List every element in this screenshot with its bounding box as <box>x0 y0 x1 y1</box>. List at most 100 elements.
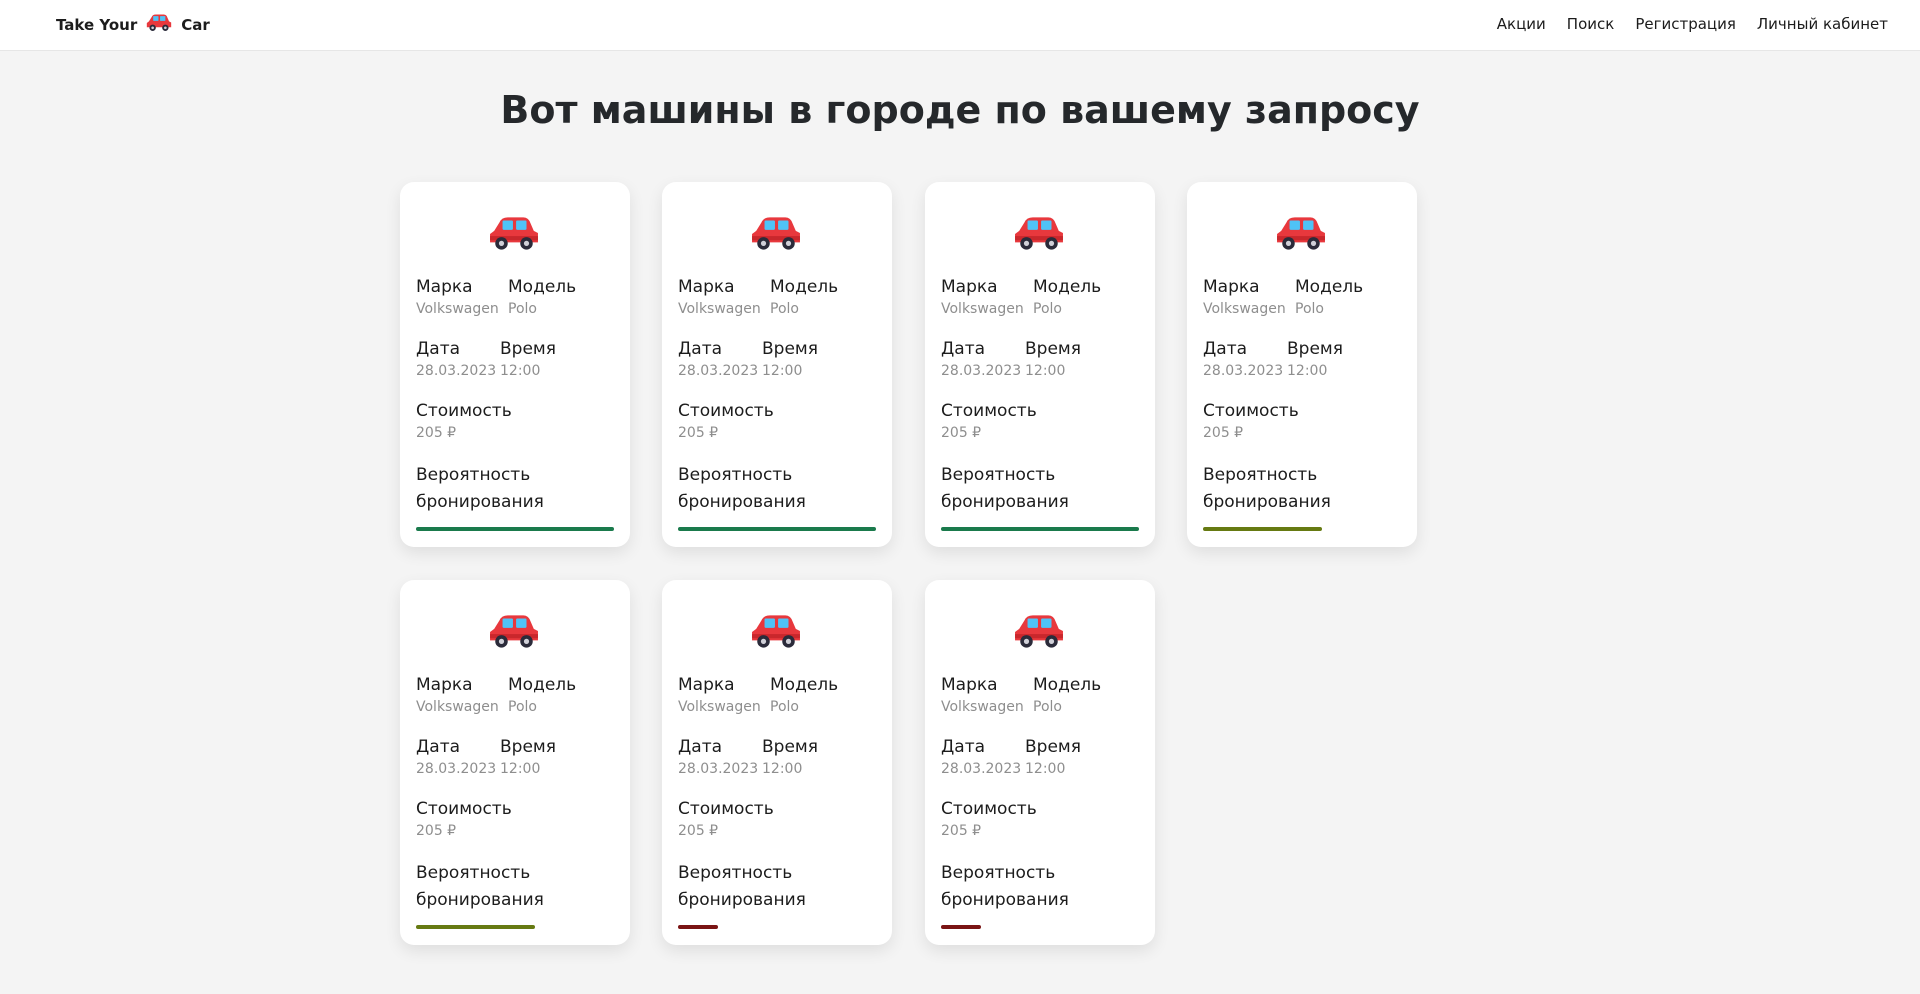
car-card[interactable]: Марка Volkswagen Модель Polo Дата 28.03.2023 В… <box>662 580 892 945</box>
time-label: Время <box>1025 737 1081 757</box>
model-value: Polo <box>508 301 537 317</box>
probability-block: Вероятность бронирования <box>941 860 1141 914</box>
probability-bar-fill <box>416 527 614 531</box>
price-label: Стоимость <box>941 401 1037 421</box>
probability-label: Вероятность бронирования <box>416 863 544 910</box>
brand-label: Марка <box>416 675 473 695</box>
date-label: Дата <box>678 737 723 757</box>
date-label: Дата <box>941 737 986 757</box>
brand-value: Volkswagen <box>678 301 761 317</box>
probability-label: Вероятность бронирования <box>941 465 1069 512</box>
brand-label: Марка <box>678 277 735 297</box>
nav-link-registration[interactable]: Регистрация <box>1635 15 1736 33</box>
price-label: Стоимость <box>941 799 1037 819</box>
brand-label: Марка <box>1203 277 1260 297</box>
model-label: Модель <box>1033 675 1102 695</box>
brand-logo-link[interactable]: Take Your Car <box>56 14 210 36</box>
time-label: Время <box>1025 339 1081 359</box>
car-icon <box>489 216 539 256</box>
time-label: Время <box>1287 339 1343 359</box>
probability-label: Вероятность бронирования <box>678 465 806 512</box>
date-value: 28.03.2023 <box>416 761 497 777</box>
probability-bar <box>416 925 614 929</box>
model-value: Polo <box>508 699 537 715</box>
brand-value: Volkswagen <box>1203 301 1286 317</box>
probability-bar <box>941 925 1139 929</box>
date-value: 28.03.2023 <box>416 363 497 379</box>
car-icon <box>146 14 172 36</box>
nav-link-search[interactable]: Поиск <box>1567 15 1615 33</box>
probability-bar <box>416 527 614 531</box>
date-value: 28.03.2023 <box>1203 363 1284 379</box>
date-value: 28.03.2023 <box>941 363 1022 379</box>
time-value: 12:00 <box>500 363 541 379</box>
price-value: 205 ₽ <box>678 823 719 839</box>
date-time-row: Дата 28.03.2023 Время 12:00 <box>1203 338 1343 382</box>
date-value: 28.03.2023 <box>941 761 1022 777</box>
car-card[interactable]: Марка Volkswagen Модель Polo Дата 28.03.2023 В… <box>1187 182 1417 547</box>
model-label: Модель <box>770 277 839 297</box>
date-value: 28.03.2023 <box>678 363 759 379</box>
date-time-row: Дата 28.03.2023 Время 12:00 <box>416 338 556 382</box>
time-value: 12:00 <box>762 761 803 777</box>
time-label: Время <box>762 339 818 359</box>
probability-bar <box>678 527 876 531</box>
probability-block: Вероятность бронирования <box>941 462 1141 516</box>
model-label: Модель <box>770 675 839 695</box>
car-card[interactable]: Марка Volkswagen Модель Polo Дата 28.03.2023 В… <box>925 580 1155 945</box>
date-time-row: Дата 28.03.2023 Время 12:00 <box>678 736 818 780</box>
car-card[interactable]: Марка Volkswagen Модель Polo Дата 28.03.2023 В… <box>400 182 630 547</box>
brand-value: Volkswagen <box>416 699 499 715</box>
nav-link-account[interactable]: Личный кабинет <box>1757 15 1888 33</box>
date-time-row: Дата 28.03.2023 Время 12:00 <box>941 736 1081 780</box>
time-value: 12:00 <box>1025 363 1066 379</box>
brand-model-row: Марка Volkswagen Модель Polo <box>416 276 576 320</box>
date-value: 28.03.2023 <box>678 761 759 777</box>
brand-label: Марка <box>941 277 998 297</box>
brand-model-row: Марка Volkswagen Модель Polo <box>941 276 1101 320</box>
brand-model-row: Марка Volkswagen Модель Polo <box>416 674 576 718</box>
date-time-row: Дата 28.03.2023 Время 12:00 <box>678 338 818 382</box>
price-block: Стоимость 205 ₽ <box>678 798 774 842</box>
model-label: Модель <box>508 675 577 695</box>
probability-bar-fill <box>941 527 1139 531</box>
date-label: Дата <box>416 339 461 359</box>
brand-model-row: Марка Volkswagen Модель Polo <box>678 674 838 718</box>
model-value: Polo <box>1295 301 1324 317</box>
brand-value: Volkswagen <box>416 301 499 317</box>
probability-bar <box>1203 527 1401 531</box>
time-label: Время <box>500 737 556 757</box>
model-label: Модель <box>1295 277 1364 297</box>
date-label: Дата <box>416 737 461 757</box>
price-label: Стоимость <box>678 799 774 819</box>
car-card[interactable]: Марка Volkswagen Модель Polo Дата 28.03.2023 В… <box>925 182 1155 547</box>
model-value: Polo <box>770 699 799 715</box>
probability-bar-fill <box>678 925 718 929</box>
car-icon <box>751 216 801 256</box>
price-block: Стоимость 205 ₽ <box>678 400 774 444</box>
car-card[interactable]: Марка Volkswagen Модель Polo Дата 28.03.2023 В… <box>400 580 630 945</box>
car-card[interactable]: Марка Volkswagen Модель Polo Дата 28.03.2023 В… <box>662 182 892 547</box>
page-title: Вот машины в городе по вашему запросу <box>500 88 1420 132</box>
car-icon <box>1276 216 1326 256</box>
time-value: 12:00 <box>762 363 803 379</box>
price-block: Стоимость 205 ₽ <box>941 798 1037 842</box>
model-value: Polo <box>1033 699 1062 715</box>
brand-value: Volkswagen <box>678 699 761 715</box>
probability-bar-fill <box>678 527 876 531</box>
car-icon <box>1014 216 1064 256</box>
price-label: Стоимость <box>1203 401 1299 421</box>
brand-text-left: Take Your <box>56 16 138 34</box>
model-label: Модель <box>508 277 577 297</box>
brand-model-row: Марка Volkswagen Модель Polo <box>1203 276 1363 320</box>
probability-block: Вероятность бронирования <box>416 462 616 516</box>
date-time-row: Дата 28.03.2023 Время 12:00 <box>416 736 556 780</box>
price-value: 205 ₽ <box>416 425 457 441</box>
probability-label: Вероятность бронирования <box>416 465 544 512</box>
price-value: 205 ₽ <box>941 823 982 839</box>
brand-label: Марка <box>941 675 998 695</box>
brand-text-right: Car <box>181 16 210 34</box>
nav-link-promotions[interactable]: Акции <box>1497 15 1546 33</box>
date-label: Дата <box>941 339 986 359</box>
date-label: Дата <box>1203 339 1248 359</box>
